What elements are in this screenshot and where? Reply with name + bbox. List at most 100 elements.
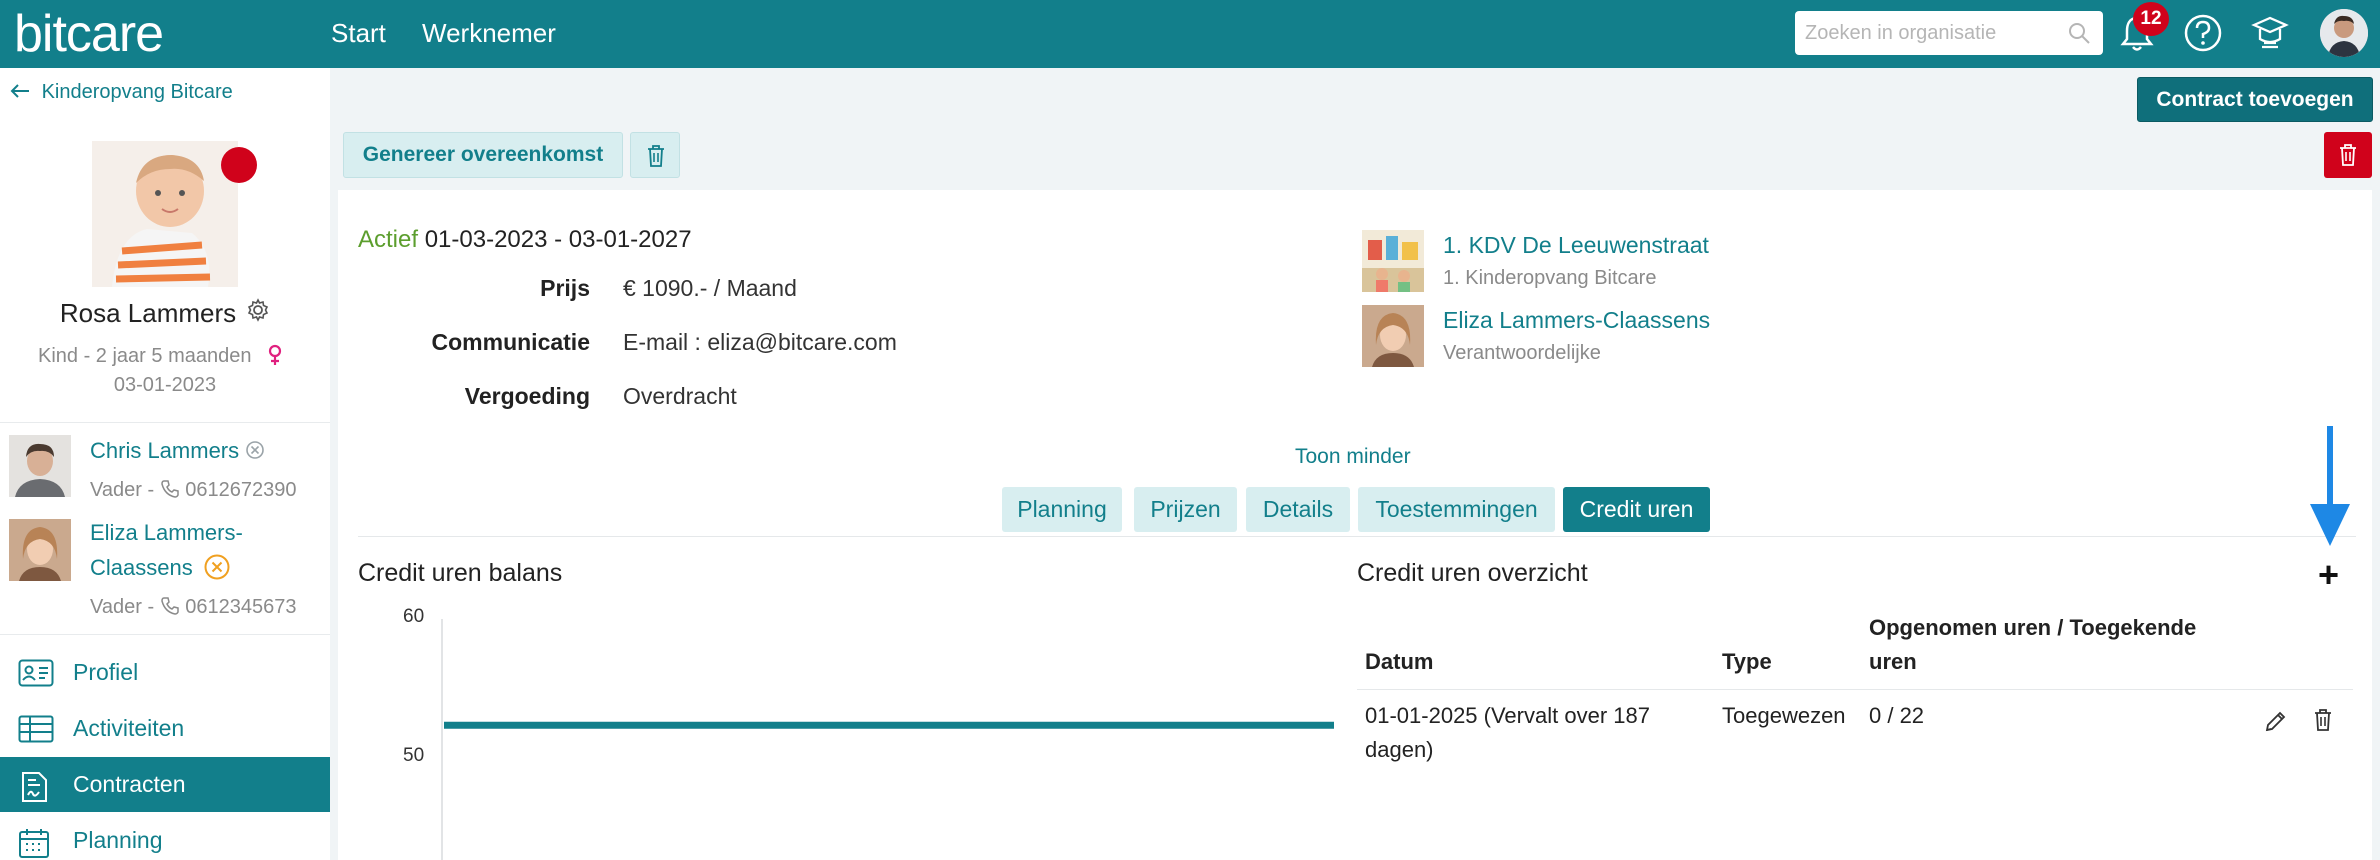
column-header-hours: Opgenomen uren / Toegekende	[1869, 615, 2197, 640]
menu-item-activiteiten[interactable]: Activiteiten	[0, 701, 330, 756]
contact-phone: 0612672390	[185, 479, 297, 501]
top-bar: bitcare Start Werknemer 12	[0, 0, 2380, 68]
table-icon	[18, 715, 54, 749]
delete-agreement-button[interactable]	[630, 132, 680, 178]
search-input[interactable]	[1795, 11, 2045, 55]
back-link[interactable]: Kinderopvang Bitcare	[10, 81, 233, 104]
nav-werknemer[interactable]: Werknemer	[422, 18, 556, 49]
menu-item-planning[interactable]: Planning	[0, 813, 330, 860]
child-name-row: Rosa Lammers	[0, 298, 330, 329]
location-photo	[1362, 230, 1424, 292]
child-photo	[92, 141, 238, 287]
tab-toestemmingen[interactable]: Toestemmingen	[1358, 487, 1555, 532]
add-contract-button[interactable]: Contract toevoegen	[2137, 77, 2373, 122]
overview-title: Credit uren overzicht	[1357, 559, 1588, 587]
help-icon[interactable]	[2183, 13, 2223, 58]
back-link-label: Kinderopvang Bitcare	[41, 81, 233, 103]
column-header-type: Type	[1722, 649, 1772, 674]
delete-contract-button[interactable]	[2324, 132, 2372, 178]
cell-hours: 0 / 22	[1869, 703, 1925, 728]
divider	[1357, 689, 2353, 690]
contact-role: Vader -	[90, 479, 160, 501]
child-name: Rosa Lammers	[59, 298, 237, 328]
pencil-icon[interactable]	[2263, 710, 2287, 739]
arrow-left-icon	[10, 81, 36, 103]
menu-label: Planning	[73, 827, 163, 853]
nav-start[interactable]: Start	[331, 18, 386, 49]
child-date: 03-01-2023	[113, 374, 217, 396]
field-label: Prijs	[540, 275, 590, 301]
responsible-role: Verantwoordelijke	[1443, 342, 1601, 364]
contact-name[interactable]: Claassens	[90, 555, 193, 580]
menu-label: Profiel	[73, 659, 139, 685]
balance-chart	[441, 619, 1334, 860]
responsible-name[interactable]: Eliza Lammers-Claassens	[1443, 307, 1710, 334]
bitcare-logo[interactable]: bitcare	[14, 4, 164, 64]
location-title[interactable]: 1. KDV De Leeuwenstraat	[1443, 232, 1709, 259]
cell-date: 01-01-2025 (Vervalt over 187	[1365, 703, 1650, 728]
field-value: € 1090.- / Maand	[623, 275, 797, 301]
field-label: Vergoeding	[464, 383, 590, 409]
contact-name-row: Chris Lammers	[90, 434, 265, 468]
column-header-datum: Datum	[1365, 649, 1434, 674]
divider	[358, 536, 2356, 537]
divider	[0, 634, 330, 635]
location-sub: 1. Kinderopvang Bitcare	[1443, 267, 1657, 289]
field-label: Communicatie	[431, 329, 590, 355]
status-dot	[221, 147, 257, 183]
balance-title: Credit uren balans	[358, 559, 563, 587]
contract-status-row: Actief 01-03-2023 - 03-01-2027	[358, 226, 692, 254]
contract-period: 01-03-2023 - 03-01-2027	[424, 226, 692, 253]
arrow-down-icon	[2308, 424, 2352, 553]
contact-sub: Vader - 0612345673	[90, 596, 296, 619]
user-avatar[interactable]	[2320, 9, 2368, 57]
contact-name-line1[interactable]: Eliza Lammers-	[90, 516, 243, 550]
contact-name[interactable]: Chris Lammers	[90, 438, 239, 463]
tab-credit-uren[interactable]: Credit uren	[1563, 487, 1710, 532]
contact-sub: Vader - 0612672390	[90, 479, 296, 502]
calendar-icon	[18, 827, 50, 860]
remove-circle-icon[interactable]	[199, 554, 231, 580]
trash-icon	[646, 144, 666, 173]
y-tick-label: 50	[403, 745, 425, 766]
y-tick-label: 60	[403, 606, 425, 627]
tab-details[interactable]: Details	[1246, 487, 1350, 532]
menu-label: Contracten	[73, 771, 186, 797]
toggle-less-link[interactable]: Toon minder	[1295, 445, 1411, 469]
contact-photo	[9, 435, 71, 497]
divider	[0, 422, 330, 423]
search-icon[interactable]	[2067, 21, 2091, 50]
female-icon	[267, 344, 283, 367]
responsible-photo	[1362, 305, 1424, 367]
academy-icon[interactable]	[2250, 13, 2290, 58]
phone-icon	[160, 479, 180, 501]
field-value: Overdracht	[623, 383, 737, 409]
sidebar: Kinderopvang Bitcare Rosa Lammers Kind -…	[0, 68, 330, 860]
tab-planning[interactable]: Planning	[1002, 487, 1122, 532]
profile-card-icon	[18, 659, 54, 693]
contact-photo	[9, 519, 71, 581]
tab-prijzen[interactable]: Prijzen	[1134, 487, 1237, 532]
cell-date-line2: dagen)	[1365, 737, 1434, 762]
generate-agreement-button[interactable]: Genereer overeenkomst	[343, 132, 623, 178]
contact-phone: 0612345673	[185, 596, 297, 618]
child-age: Kind - 2 jaar 5 maanden	[38, 345, 252, 367]
notification-badge: 12	[2133, 2, 2169, 36]
trash-icon	[2338, 143, 2358, 172]
menu-label: Activiteiten	[73, 715, 185, 741]
remove-circle-icon[interactable]	[245, 438, 265, 463]
phone-icon	[160, 596, 180, 618]
menu-item-contracten[interactable]: Contracten	[0, 757, 330, 812]
trash-icon[interactable]	[2313, 708, 2333, 737]
contact-role: Vader -	[90, 596, 160, 618]
add-credit-icon[interactable]: +	[2318, 554, 2339, 596]
menu-item-profiel[interactable]: Profiel	[0, 645, 330, 700]
field-value: E-mail : eliza@bitcare.com	[623, 329, 897, 355]
child-info: Kind - 2 jaar 5 maanden	[38, 344, 283, 368]
contract-icon	[18, 771, 50, 809]
gear-icon[interactable]	[246, 298, 270, 329]
search-box	[1795, 11, 2103, 55]
contact-name-line2-row: Claassens	[90, 551, 231, 585]
status-label: Actief	[358, 226, 419, 253]
cell-type: Toegewezen	[1722, 703, 1846, 728]
